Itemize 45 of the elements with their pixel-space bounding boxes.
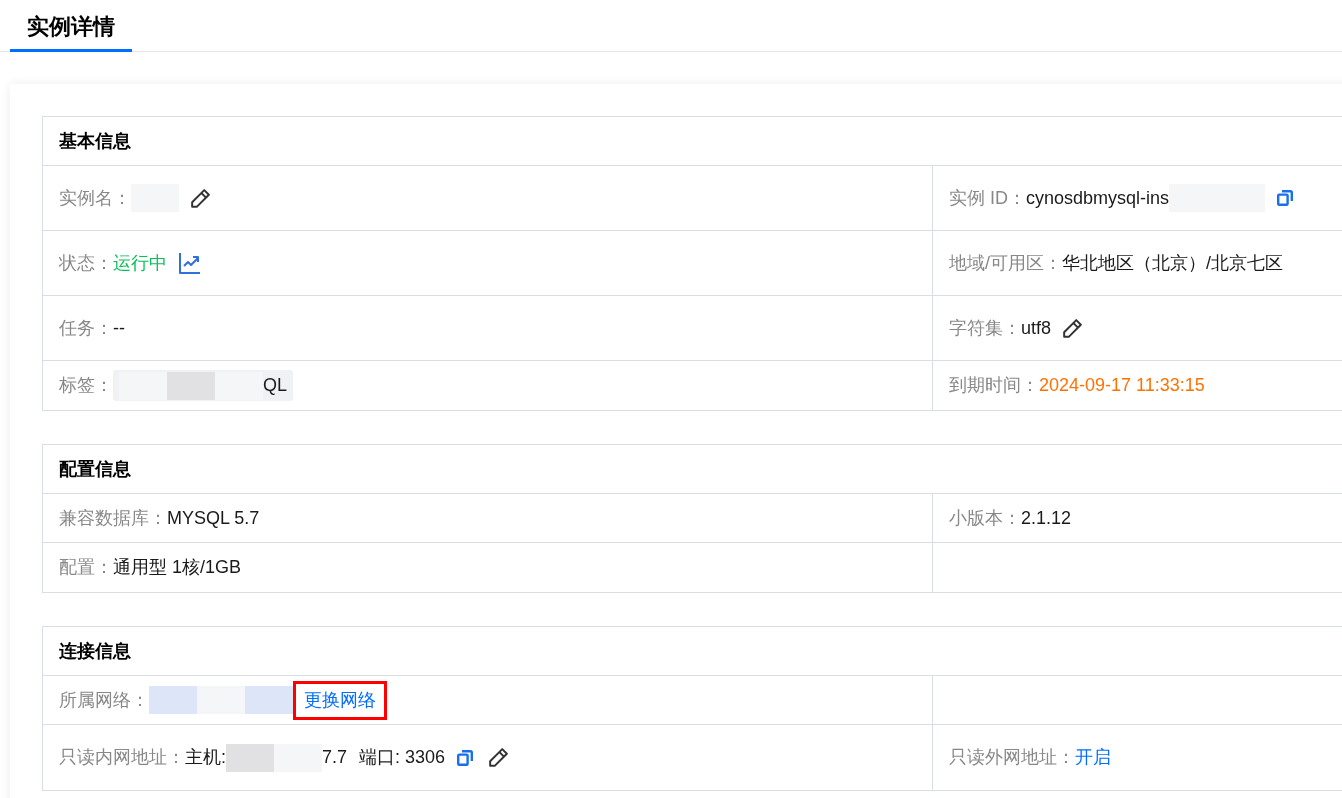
field-label: 标签：	[59, 374, 113, 397]
copy-icon[interactable]	[457, 749, 474, 766]
field-label: 任务：	[59, 316, 113, 340]
redacted-block	[245, 686, 293, 714]
text-link[interactable]: 开启	[1075, 744, 1111, 771]
field-label: 只读外网地址：	[949, 746, 1075, 769]
pencil-icon[interactable]	[1063, 318, 1083, 338]
field-value: 华北地区（北京）/北京七区	[1062, 251, 1284, 275]
status-text: 运行中	[113, 251, 167, 275]
field-value: cynosdbmysql-ins	[1026, 186, 1170, 210]
section-title: 配置信息	[59, 457, 131, 481]
redacted-block	[226, 743, 274, 772]
field-value: 7.7	[322, 746, 348, 769]
section-title: 连接信息	[59, 639, 131, 663]
field-label: 实例 ID：	[949, 186, 1026, 210]
field-label: 兼容数据库：	[59, 506, 167, 530]
field-label: 小版本：	[949, 506, 1021, 530]
trend-chart-icon[interactable]	[179, 252, 201, 274]
field-value: 2.1.12	[1021, 506, 1072, 530]
field-label: 字符集：	[949, 316, 1021, 340]
field-value: 主机:	[185, 746, 226, 769]
field-label: 状态：	[59, 251, 113, 275]
field-value: MYSQL 5.7	[167, 506, 260, 530]
field-label: 只读内网地址：	[59, 746, 185, 769]
expiry-time: 2024-09-17 11:33:15	[1039, 374, 1205, 397]
field-label: 到期时间：	[949, 374, 1039, 397]
field-value: --	[113, 316, 125, 340]
field-value: 端口: 3306	[359, 746, 446, 769]
pencil-icon[interactable]	[191, 188, 210, 208]
redacted-block	[167, 371, 215, 400]
copy-icon[interactable]	[1277, 190, 1294, 206]
redacted-block	[149, 686, 197, 714]
field-label: 地域/可用区：	[949, 251, 1062, 275]
tab[interactable]: 实例详情	[10, 0, 132, 52]
field-value: 通用型 1核/1GB	[113, 556, 242, 579]
field-label: 配置：	[59, 556, 113, 579]
text-link[interactable]: 更换网络	[293, 680, 387, 720]
pencil-icon[interactable]	[489, 748, 509, 767]
redacted-block	[274, 743, 322, 772]
field-value: QL	[263, 374, 287, 397]
field-value: utf8	[1021, 316, 1052, 340]
section-title: 基本信息	[59, 129, 131, 153]
redacted-block	[197, 686, 245, 714]
field-label: 所属网络：	[59, 688, 149, 712]
field-label: 实例名：	[59, 186, 131, 210]
